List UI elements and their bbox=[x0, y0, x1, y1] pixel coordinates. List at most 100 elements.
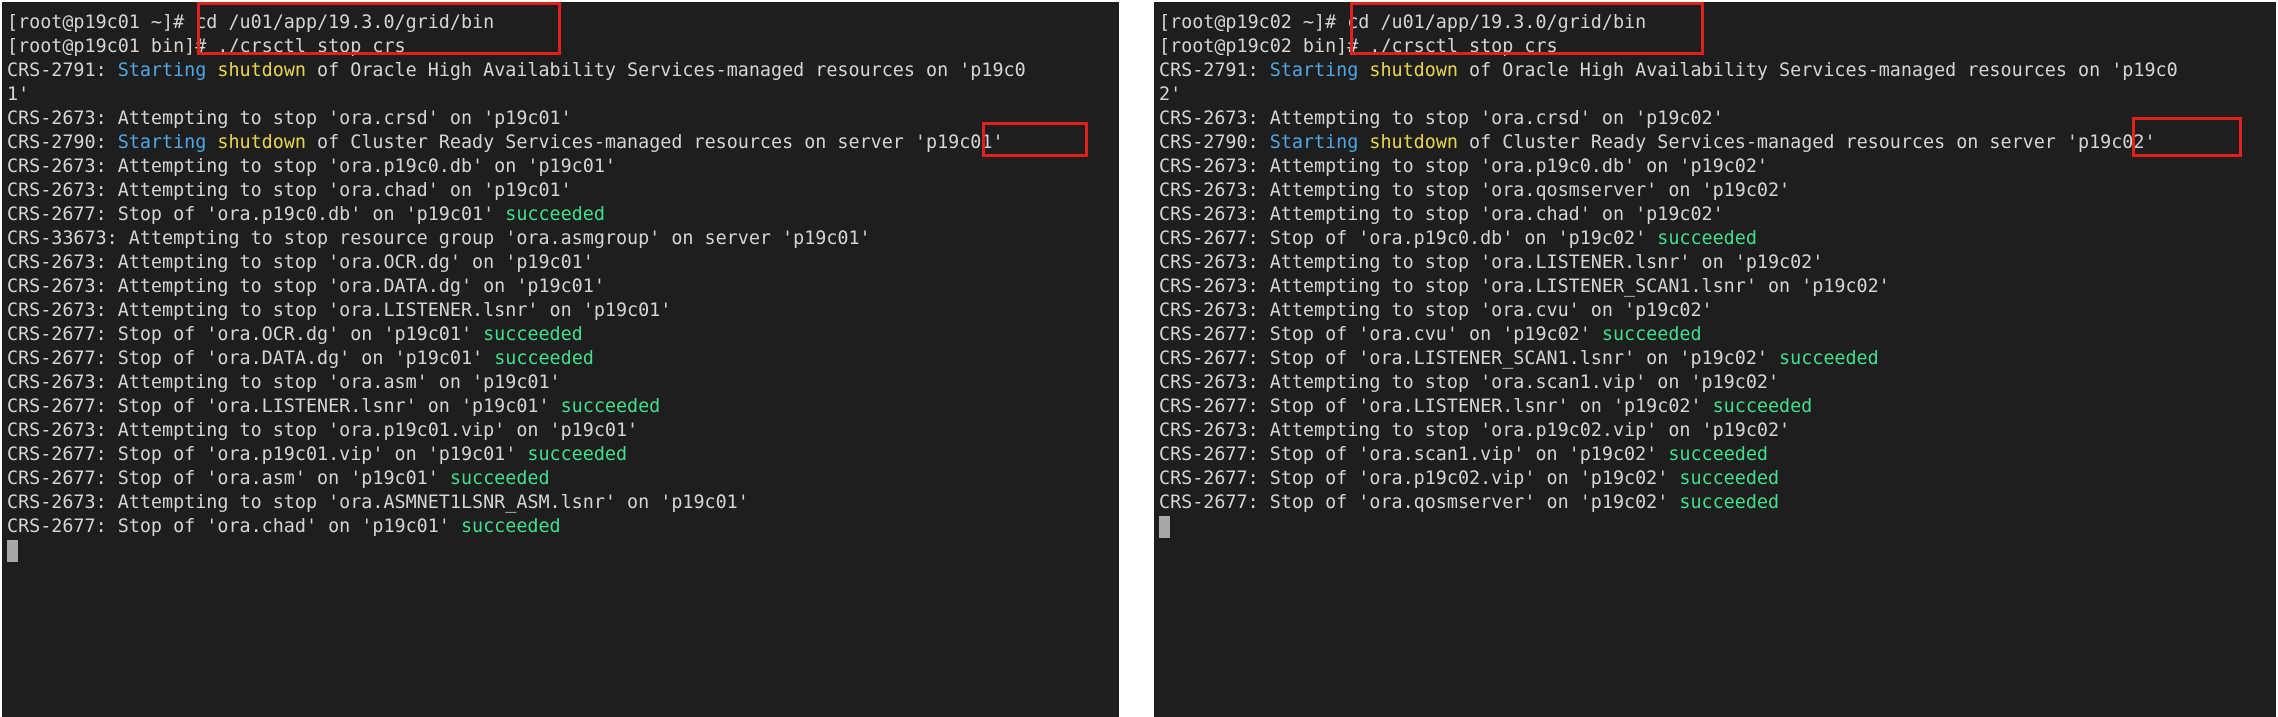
terminal-text-segment: CRS-2677: Stop of 'ora.LISTENER_SCAN1.ls… bbox=[1159, 348, 1780, 369]
status-succeeded-text: succeeded bbox=[460, 516, 561, 537]
status-succeeded-text: succeeded bbox=[1712, 396, 1813, 417]
terminal-text-segment: CRS-2677: Stop of 'ora.scan1.vip' on 'p1… bbox=[1159, 444, 1669, 465]
highlight-box-commands bbox=[1350, 2, 1704, 55]
terminal-line: CRS-2677: Stop of 'ora.OCR.dg' on 'p19c0… bbox=[7, 323, 1115, 347]
terminal-line: CRS-2790: Starting shutdown of Cluster R… bbox=[1159, 131, 2272, 155]
terminal-line: CRS-2673: Attempting to stop 'ora.crsd' … bbox=[7, 107, 1115, 131]
cursor-block bbox=[7, 540, 18, 562]
terminal-pane-p19c02[interactable]: [root@p19c02 ~]# cd /u01/app/19.3.0/grid… bbox=[1154, 2, 2276, 717]
terminal-text-segment: CRS-2677: Stop of 'ora.OCR.dg' on 'p19c0… bbox=[7, 324, 484, 345]
terminal-text-segment: CRS-2673: Attempting to stop 'ora.p19c02… bbox=[1159, 420, 1791, 441]
terminal-text-segment: CRS-2673: Attempting to stop 'ora.scan1.… bbox=[1159, 372, 1780, 393]
terminal-text-segment: CRS-2673: Attempting to stop 'ora.OCR.dg… bbox=[7, 252, 594, 273]
terminal-text-segment: CRS-2677: Stop of 'ora.cvu' on 'p19c02' bbox=[1159, 324, 1602, 345]
terminal-text-segment: shutdown bbox=[1369, 132, 1458, 153]
terminal-text-segment: CRS-2677: Stop of 'ora.p19c0.db' on 'p19… bbox=[1159, 228, 1658, 249]
terminal-text-segment: CRS-2673: Attempting to stop 'ora.crsd' … bbox=[1159, 108, 1724, 129]
status-succeeded-text: succeeded bbox=[449, 468, 550, 489]
terminal-line: CRS-2677: Stop of 'ora.chad' on 'p19c01'… bbox=[7, 515, 1115, 539]
terminal-line: CRS-2673: Attempting to stop 'ora.LISTEN… bbox=[7, 299, 1115, 323]
terminal-line: CRS-33673: Attempting to stop resource g… bbox=[7, 227, 1115, 251]
terminal-line: CRS-2673: Attempting to stop 'ora.chad' … bbox=[1159, 203, 2272, 227]
terminal-line: [root@p19c01 ~]# cd /u01/app/19.3.0/grid… bbox=[7, 11, 1115, 35]
terminal-line: CRS-2673: Attempting to stop 'ora.chad' … bbox=[7, 179, 1115, 203]
terminal-text-segment: CRS-2673: Attempting to stop 'ora.cvu' o… bbox=[1159, 300, 1713, 321]
status-succeeded-text: succeeded bbox=[483, 324, 583, 345]
status-succeeded-text: succeeded bbox=[1657, 228, 1757, 249]
terminal-line: CRS-2673: Attempting to stop 'ora.ASMNET… bbox=[7, 491, 1115, 515]
status-succeeded-text: succeeded bbox=[1679, 492, 1780, 513]
terminal-line: CRS-2673: Attempting to stop 'ora.LISTEN… bbox=[1159, 275, 2272, 299]
terminal-line: CRS-2677: Stop of 'ora.cvu' on 'p19c02' … bbox=[1159, 323, 2272, 347]
terminal-line: CRS-2677: Stop of 'ora.LISTENER.lsnr' on… bbox=[7, 395, 1115, 419]
terminal-line: CRS-2677: Stop of 'ora.p19c0.db' on 'p19… bbox=[7, 203, 1115, 227]
terminal-line: CRS-2673: Attempting to stop 'ora.OCR.dg… bbox=[7, 251, 1115, 275]
terminal-text-segment: CRS-2673: Attempting to stop 'ora.p19c01… bbox=[7, 420, 639, 441]
terminal-text-segment: CRS-2790: bbox=[7, 132, 118, 153]
terminal-line: [root@p19c01 bin]# ./crsctl stop crs bbox=[7, 35, 1115, 59]
terminal-text-segment: CRS-2673: Attempting to stop 'ora.chad' … bbox=[7, 180, 572, 201]
terminal-line: CRS-2673: Attempting to stop 'ora.scan1.… bbox=[1159, 371, 2272, 395]
highlight-box-server-name bbox=[2132, 117, 2242, 157]
terminal-text-segment: of Cluster Ready Services-managed resour… bbox=[305, 132, 1004, 153]
terminal-line: CRS-2673: Attempting to stop 'ora.crsd' … bbox=[1159, 107, 2272, 131]
terminal-text-segment: CRS-2677: Stop of 'ora.p19c02.vip' on 'p… bbox=[1159, 468, 1680, 489]
terminal-text-segment: CRS-2673: Attempting to stop 'ora.qosmse… bbox=[1159, 180, 1791, 201]
status-succeeded-text: succeeded bbox=[1668, 444, 1768, 465]
cursor-block bbox=[1159, 516, 1170, 538]
status-succeeded-text: succeeded bbox=[1601, 324, 1702, 345]
terminal-text-segment: of Oracle High Availability Services-man… bbox=[305, 60, 1026, 81]
prompt-line bbox=[1159, 515, 2272, 539]
terminal-line: CRS-2673: Attempting to stop 'ora.p19c02… bbox=[1159, 419, 2272, 443]
terminal-text-segment: CRS-2677: Stop of 'ora.qosmserver' on 'p… bbox=[1159, 492, 1680, 513]
terminal-text-segment: CRS-2673: Attempting to stop 'ora.crsd' … bbox=[7, 108, 572, 129]
terminal-line: [root@p19c02 bin]# ./crsctl stop crs bbox=[1159, 35, 2272, 59]
terminal-text-segment: CRS-2673: Attempting to stop 'ora.asm' o… bbox=[7, 372, 561, 393]
terminal-text-segment: 1' bbox=[7, 84, 30, 105]
terminal-text-segment: CRS-2677: Stop of 'ora.chad' on 'p19c01' bbox=[7, 516, 461, 537]
terminal-text-segment: CRS-2677: Stop of 'ora.DATA.dg' on 'p19c… bbox=[7, 348, 495, 369]
terminal-pane-p19c01[interactable]: [root@p19c01 ~]# cd /u01/app/19.3.0/grid… bbox=[2, 2, 1119, 717]
terminal-output[interactable]: [root@p19c02 ~]# cd /u01/app/19.3.0/grid… bbox=[1159, 11, 2272, 539]
terminal-text-segment: CRS-2677: Stop of 'ora.LISTENER.lsnr' on… bbox=[1159, 396, 1713, 417]
terminal-line: CRS-2677: Stop of 'ora.LISTENER_SCAN1.ls… bbox=[1159, 347, 2272, 371]
terminal-text-segment: CRS-2673: Attempting to stop 'ora.ASMNET… bbox=[7, 492, 749, 513]
terminal-line: CRS-2673: Attempting to stop 'ora.p19c0.… bbox=[1159, 155, 2272, 179]
terminal-line: [root@p19c02 ~]# cd /u01/app/19.3.0/grid… bbox=[1159, 11, 2272, 35]
terminal-line: CRS-2677: Stop of 'ora.p19c02.vip' on 'p… bbox=[1159, 467, 2272, 491]
status-succeeded-text: succeeded bbox=[494, 348, 594, 369]
terminal-text-segment: CRS-33673: Attempting to stop resource g… bbox=[7, 228, 871, 249]
terminal-text-segment: of Oracle High Availability Services-man… bbox=[1457, 60, 2178, 81]
terminal-text-segment: Starting bbox=[1269, 132, 1359, 153]
terminal-line: CRS-2677: Stop of 'ora.asm' on 'p19c01' … bbox=[7, 467, 1115, 491]
terminal-text-segment: CRS-2673: Attempting to stop 'ora.DATA.d… bbox=[7, 276, 605, 297]
terminal-text-segment: shutdown bbox=[1369, 60, 1458, 81]
terminal-text-segment: CRS-2677: Stop of 'ora.asm' on 'p19c01' bbox=[7, 468, 450, 489]
terminal-line: CRS-2673: Attempting to stop 'ora.asm' o… bbox=[7, 371, 1115, 395]
terminal-line: CRS-2790: Starting shutdown of Cluster R… bbox=[7, 131, 1115, 155]
terminal-text-segment: shutdown bbox=[217, 132, 306, 153]
terminal-text-segment: Starting bbox=[117, 132, 207, 153]
terminal-line: CRS-2677: Stop of 'ora.LISTENER.lsnr' on… bbox=[1159, 395, 2272, 419]
terminal-output[interactable]: [root@p19c01 ~]# cd /u01/app/19.3.0/grid… bbox=[7, 11, 1115, 563]
terminal-text-segment: CRS-2791: bbox=[7, 60, 118, 81]
terminal-text-segment: shutdown bbox=[217, 60, 306, 81]
terminal-line: CRS-2677: Stop of 'ora.p19c01.vip' on 'p… bbox=[7, 443, 1115, 467]
terminal-text-segment: Starting bbox=[117, 60, 207, 81]
terminal-line: CRS-2677: Stop of 'ora.scan1.vip' on 'p1… bbox=[1159, 443, 2272, 467]
terminal-text-segment: CRS-2790: bbox=[1159, 132, 1270, 153]
terminal-line: CRS-2791: Starting shutdown of Oracle Hi… bbox=[1159, 59, 2272, 83]
status-succeeded-text: succeeded bbox=[505, 204, 605, 225]
terminal-line: CRS-2673: Attempting to stop 'ora.LISTEN… bbox=[1159, 251, 2272, 275]
highlight-box-commands bbox=[197, 2, 561, 55]
terminal-text-segment: CRS-2673: Attempting to stop 'ora.LISTEN… bbox=[7, 300, 672, 321]
terminal-line: 2' bbox=[1159, 83, 2272, 107]
terminal-text-segment: CRS-2673: Attempting to stop 'ora.p19c0.… bbox=[1159, 156, 1768, 177]
terminal-text-segment: 2' bbox=[1159, 84, 1182, 105]
terminal-text-segment: CRS-2791: bbox=[1159, 60, 1270, 81]
prompt-line bbox=[7, 539, 1115, 563]
terminal-line: CRS-2673: Attempting to stop 'ora.p19c01… bbox=[7, 419, 1115, 443]
